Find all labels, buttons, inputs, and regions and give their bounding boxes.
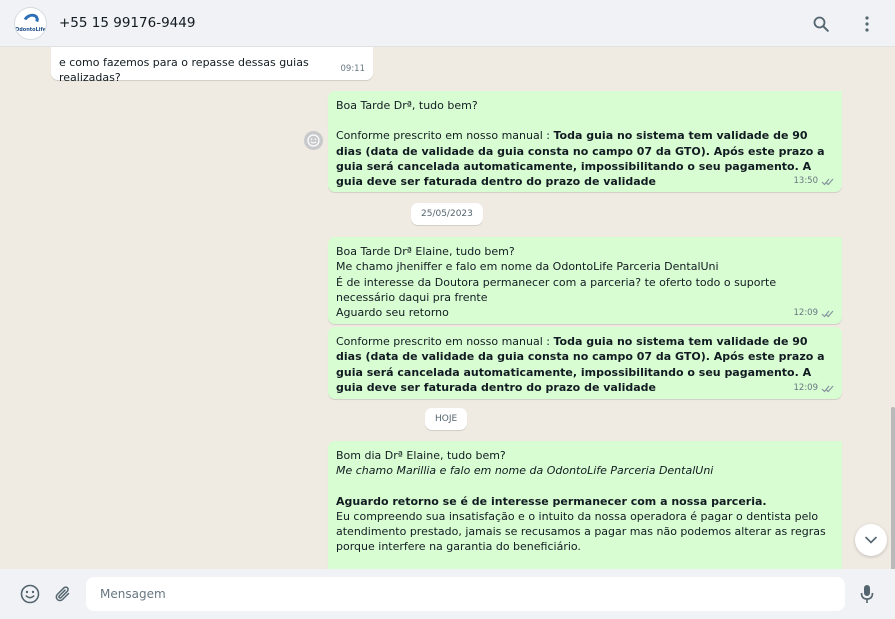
double-check-icon xyxy=(821,310,834,318)
message-greeting: Bom dia Drª Elaine, tudo bem? xyxy=(336,449,506,462)
emoji-icon[interactable] xyxy=(19,583,41,605)
search-icon[interactable] xyxy=(811,14,831,34)
message-meta: 13:50 xyxy=(794,174,835,189)
menu-icon[interactable] xyxy=(857,14,877,34)
message-text: e como fazemos para o repasse dessas gui… xyxy=(59,56,313,85)
mic-icon[interactable] xyxy=(856,583,878,605)
message-time: 13:50 xyxy=(793,175,819,186)
date-separator: HOJE xyxy=(425,408,468,430)
composer xyxy=(0,569,895,619)
message-meta: 12:09 xyxy=(794,381,835,396)
scroll-down-button[interactable] xyxy=(855,524,887,556)
avatar[interactable]: OdontoLife xyxy=(14,6,47,40)
message-outgoing[interactable]: Conforme prescrito em nosso manual : Tod… xyxy=(328,327,842,399)
reaction-emoji-icon[interactable] xyxy=(304,131,323,150)
message-outgoing[interactable]: Boa Tarde Drª, tudo bem? Conforme prescr… xyxy=(328,91,842,192)
message-time: 12:09 xyxy=(793,307,819,318)
message-time: 09:11 xyxy=(340,63,366,74)
message-time: 12:09 xyxy=(793,382,819,393)
message-incoming[interactable]: e como fazemos para o repasse dessas gui… xyxy=(51,47,373,84)
message-greeting: Boa Tarde Drª, tudo bem? xyxy=(336,99,478,112)
message-text: Conforme prescrito em nosso manual : Tod… xyxy=(336,334,834,395)
message-input[interactable] xyxy=(86,577,845,611)
contact-name[interactable]: +55 15 99176-9449 xyxy=(59,15,195,31)
message-text: Boa Tarde Drª Elaine, tudo bem? Me chamo… xyxy=(336,245,777,320)
message-meta: 12:09 xyxy=(794,306,835,321)
message-bold-text: Aguardo retorno se é de interesse perman… xyxy=(336,494,767,508)
attach-icon[interactable] xyxy=(52,583,74,605)
chevron-down-icon xyxy=(865,536,877,544)
message-italic-text: Me chamo Marillia e falo em nome da Odon… xyxy=(336,464,714,478)
avatar-logo-text: OdontoLife xyxy=(14,26,47,33)
date-separator: 25/05/2023 xyxy=(411,203,483,225)
header-actions xyxy=(811,0,877,47)
double-check-icon xyxy=(821,178,834,186)
message-outgoing[interactable]: Bom dia Drª Elaine, tudo bem? Me chamo M… xyxy=(328,441,842,569)
message-outgoing[interactable]: Boa Tarde Drª Elaine, tudo bem? Me chamo… xyxy=(328,237,842,324)
message-intro: Conforme prescrito em nosso manual : xyxy=(336,129,554,143)
chat-area: e como fazemos para o repasse dessas gui… xyxy=(0,47,895,569)
message-intro: Conforme prescrito em nosso manual : xyxy=(336,335,554,348)
chat-scrollbar[interactable] xyxy=(891,407,895,569)
message-text: Eu compreendo sua insatisfação e o intui… xyxy=(336,509,830,554)
message-meta: 09:11 xyxy=(341,62,366,77)
chat-header: OdontoLife +55 15 99176-9449 xyxy=(0,0,895,47)
double-check-icon xyxy=(821,385,834,393)
message-text: Conforme prescrito em nosso manual : Tod… xyxy=(336,128,834,189)
